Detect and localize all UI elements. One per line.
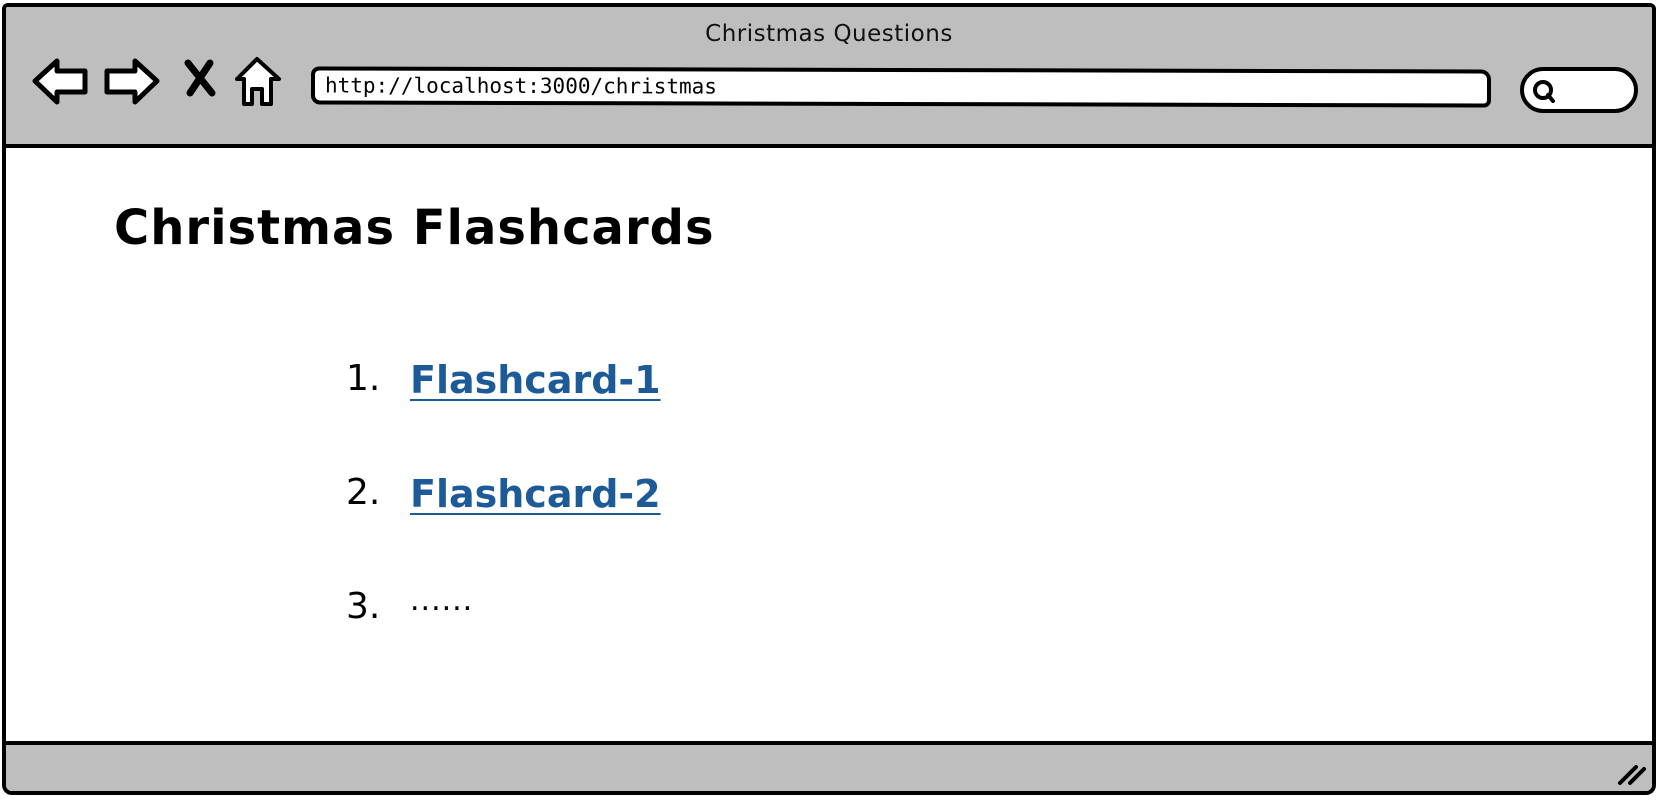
browser-toolbar: Christmas Questions http://localhost:300…	[6, 7, 1652, 148]
back-arrow-icon	[32, 58, 88, 105]
search-input[interactable]	[1520, 67, 1638, 113]
back-button[interactable]	[31, 55, 91, 111]
list-number: 1.	[346, 358, 381, 399]
resize-grip-icon[interactable]	[1614, 755, 1646, 787]
flashcard-list: 1. Flashcard-1 2. Flashcard-2 3. ......	[346, 358, 661, 700]
ellipsis-placeholder: ......	[410, 583, 474, 618]
status-bar	[6, 741, 1652, 791]
list-number: 2.	[346, 472, 381, 513]
home-button[interactable]	[234, 55, 284, 111]
stop-button[interactable]	[182, 55, 222, 111]
list-item: 3. ......	[346, 586, 661, 700]
forward-button[interactable]	[102, 55, 162, 111]
window-title: Christmas Questions	[705, 21, 953, 47]
close-x-icon	[184, 59, 216, 97]
list-item: 2. Flashcard-2	[346, 472, 661, 586]
page-content: Christmas Flashcards 1. Flashcard-1 2. F…	[6, 148, 1652, 748]
browser-window: Christmas Questions http://localhost:300…	[2, 3, 1656, 795]
list-number: 3.	[346, 586, 381, 627]
forward-arrow-icon	[104, 58, 160, 105]
flashcard-2-link[interactable]: Flashcard-2	[410, 472, 661, 516]
address-bar[interactable]: http://localhost:3000/christmas	[310, 66, 1492, 108]
search-icon	[1533, 80, 1555, 103]
list-item: 1. Flashcard-1	[346, 358, 661, 472]
page-title: Christmas Flashcards	[114, 200, 715, 256]
home-icon	[235, 57, 281, 106]
flashcard-1-link[interactable]: Flashcard-1	[410, 358, 661, 402]
